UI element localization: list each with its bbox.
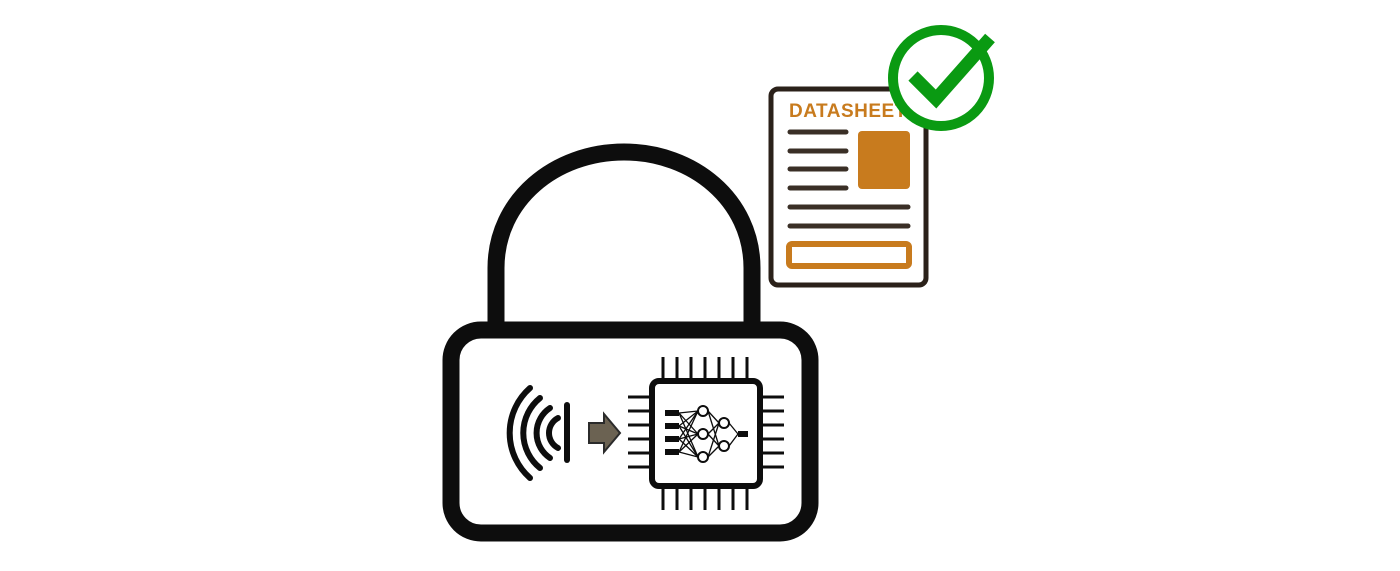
chip-pins-bottom: [661, 486, 749, 510]
green-checkmark-icon: [888, 25, 995, 131]
datasheet-image-block: [858, 131, 910, 189]
diagram-canvas: DATASHEET: [442, 25, 995, 542]
check-circle: [888, 25, 994, 131]
datasheet-bottom-box: [786, 241, 912, 269]
padlock-shackle: [487, 143, 761, 330]
datasheet-document-icon: DATASHEET: [768, 86, 929, 288]
chip-pins-top: [661, 357, 749, 381]
datasheet-title: DATASHEET: [789, 101, 907, 122]
security-diagram: DATASHEET: [0, 0, 1400, 571]
